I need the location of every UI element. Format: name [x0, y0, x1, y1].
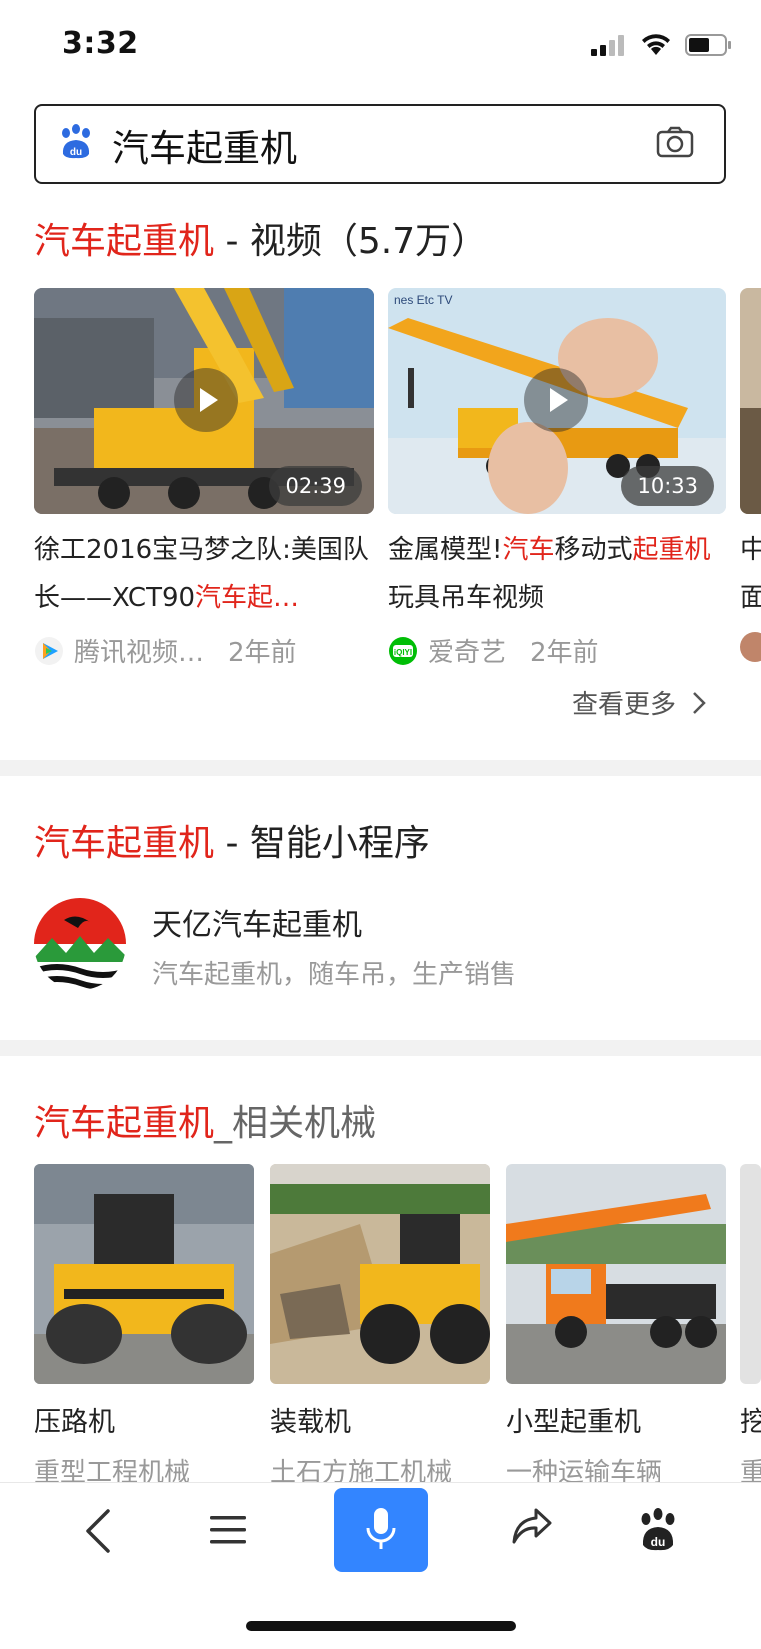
view-more-label: 查看更多	[572, 690, 677, 720]
microphone-icon	[366, 1508, 396, 1549]
video-meta: iQIYI 爱奇艺 2年前	[388, 632, 599, 669]
machinery-section-title[interactable]: 汽车起重机_相关机械	[34, 1094, 376, 1146]
video-section-title-rest: - 视频（5.7万）	[214, 221, 488, 262]
wifi-icon	[642, 34, 670, 55]
status-time: 3:32	[62, 26, 139, 61]
video-thumbnail-image	[740, 288, 761, 514]
wheel-loader-image	[270, 1164, 490, 1384]
mini-program-section-title[interactable]: 汽车起重机 - 智能小程序	[34, 814, 430, 866]
back-icon[interactable]	[82, 1508, 112, 1554]
play-icon[interactable]	[174, 368, 238, 432]
cellular-signal-icon	[591, 35, 624, 56]
machinery-name[interactable]: 小型起重机	[506, 1400, 641, 1439]
svg-text:nes Etc TV: nes Etc TV	[394, 293, 452, 307]
share-icon[interactable]	[510, 1506, 554, 1548]
video-title[interactable]: 金属模型!汽车移动式起重机玩具吊车视频	[388, 526, 718, 622]
video-title-keyword: 汽车起…	[195, 583, 300, 613]
machinery-title-keyword: 汽车起重机	[34, 1103, 215, 1144]
mini-program-title-keyword: 汽车起重机	[34, 823, 215, 864]
machinery-image[interactable]	[506, 1164, 726, 1384]
machinery-name[interactable]: 压路机	[34, 1400, 115, 1439]
video-section-title[interactable]: 汽车起重机 - 视频（5.7万）	[34, 212, 487, 264]
machinery-image[interactable]	[270, 1164, 490, 1384]
baidu-home-icon[interactable]: du	[638, 1508, 678, 1552]
svg-text:iQIYI: iQIYI	[394, 648, 412, 657]
machinery-image[interactable]	[740, 1164, 761, 1384]
video-duration: 10:33	[621, 466, 714, 506]
status-icons	[591, 34, 733, 56]
video-title-keyword: 起重机	[632, 535, 711, 565]
chevron-right-icon	[693, 691, 706, 714]
battery-icon	[685, 34, 731, 56]
video-thumbnail[interactable]	[740, 288, 761, 514]
iqiyi-icon: iQIYI	[389, 636, 417, 665]
video-thumbnail[interactable]: nes Etc TV 10:33	[388, 288, 726, 514]
view-more-link[interactable]: 查看更多	[572, 684, 706, 721]
camera-icon[interactable]	[656, 126, 694, 158]
menu-icon[interactable]	[208, 1510, 248, 1550]
video-title-keyword: 汽车	[502, 535, 555, 565]
video-title[interactable]: 徐工2016宝马梦之队:美国队长——XCT90汽车起…	[34, 526, 374, 622]
video-source: 腾讯视频…	[74, 638, 205, 668]
home-indicator[interactable]	[246, 1621, 516, 1631]
video-thumbnail[interactable]: 02:39	[34, 288, 374, 514]
machinery-name[interactable]: 挖	[740, 1400, 761, 1439]
video-title-text: 金属模型!	[388, 535, 503, 565]
video-title[interactable]: 中 面	[740, 526, 761, 622]
video-source: 爱奇艺	[428, 638, 507, 668]
video-title-text: 面	[740, 583, 761, 613]
baidu-paw-icon[interactable]: du	[58, 124, 94, 160]
app-logo[interactable]	[34, 898, 126, 990]
video-section-title-keyword: 汽车起重机	[34, 221, 215, 262]
search-input[interactable]: 汽车起重机	[112, 118, 297, 172]
machinery-name[interactable]: 装载机	[270, 1400, 351, 1439]
video-title-text: 玩具吊车视频	[388, 583, 545, 613]
video-title-text: 移动式	[554, 535, 633, 565]
machinery-image-partial	[740, 1164, 761, 1384]
voice-search-button[interactable]	[334, 1488, 428, 1572]
road-roller-image	[34, 1164, 254, 1384]
video-title-text: 中	[740, 535, 761, 565]
video-duration: 02:39	[269, 466, 362, 506]
video-age: 2年前	[530, 638, 599, 668]
section-divider	[0, 760, 761, 776]
small-crane-truck-image	[506, 1164, 726, 1384]
tencent-video-icon	[35, 636, 63, 665]
section-divider	[0, 1040, 761, 1056]
video-age: 2年前	[228, 638, 297, 668]
app-description: 汽车起重机，随车吊，生产销售	[152, 960, 517, 990]
machinery-image[interactable]	[34, 1164, 254, 1384]
source-avatar	[740, 632, 761, 662]
app-name[interactable]: 天亿汽车起重机	[152, 900, 362, 944]
mini-program-title-rest: - 智能小程序	[214, 823, 430, 864]
play-icon[interactable]	[524, 368, 588, 432]
svg-text:du: du	[70, 147, 82, 158]
video-meta: 腾讯视频… 2年前	[34, 632, 297, 669]
machinery-title-rest: _相关机械	[214, 1103, 377, 1144]
svg-text:du: du	[651, 1535, 666, 1549]
